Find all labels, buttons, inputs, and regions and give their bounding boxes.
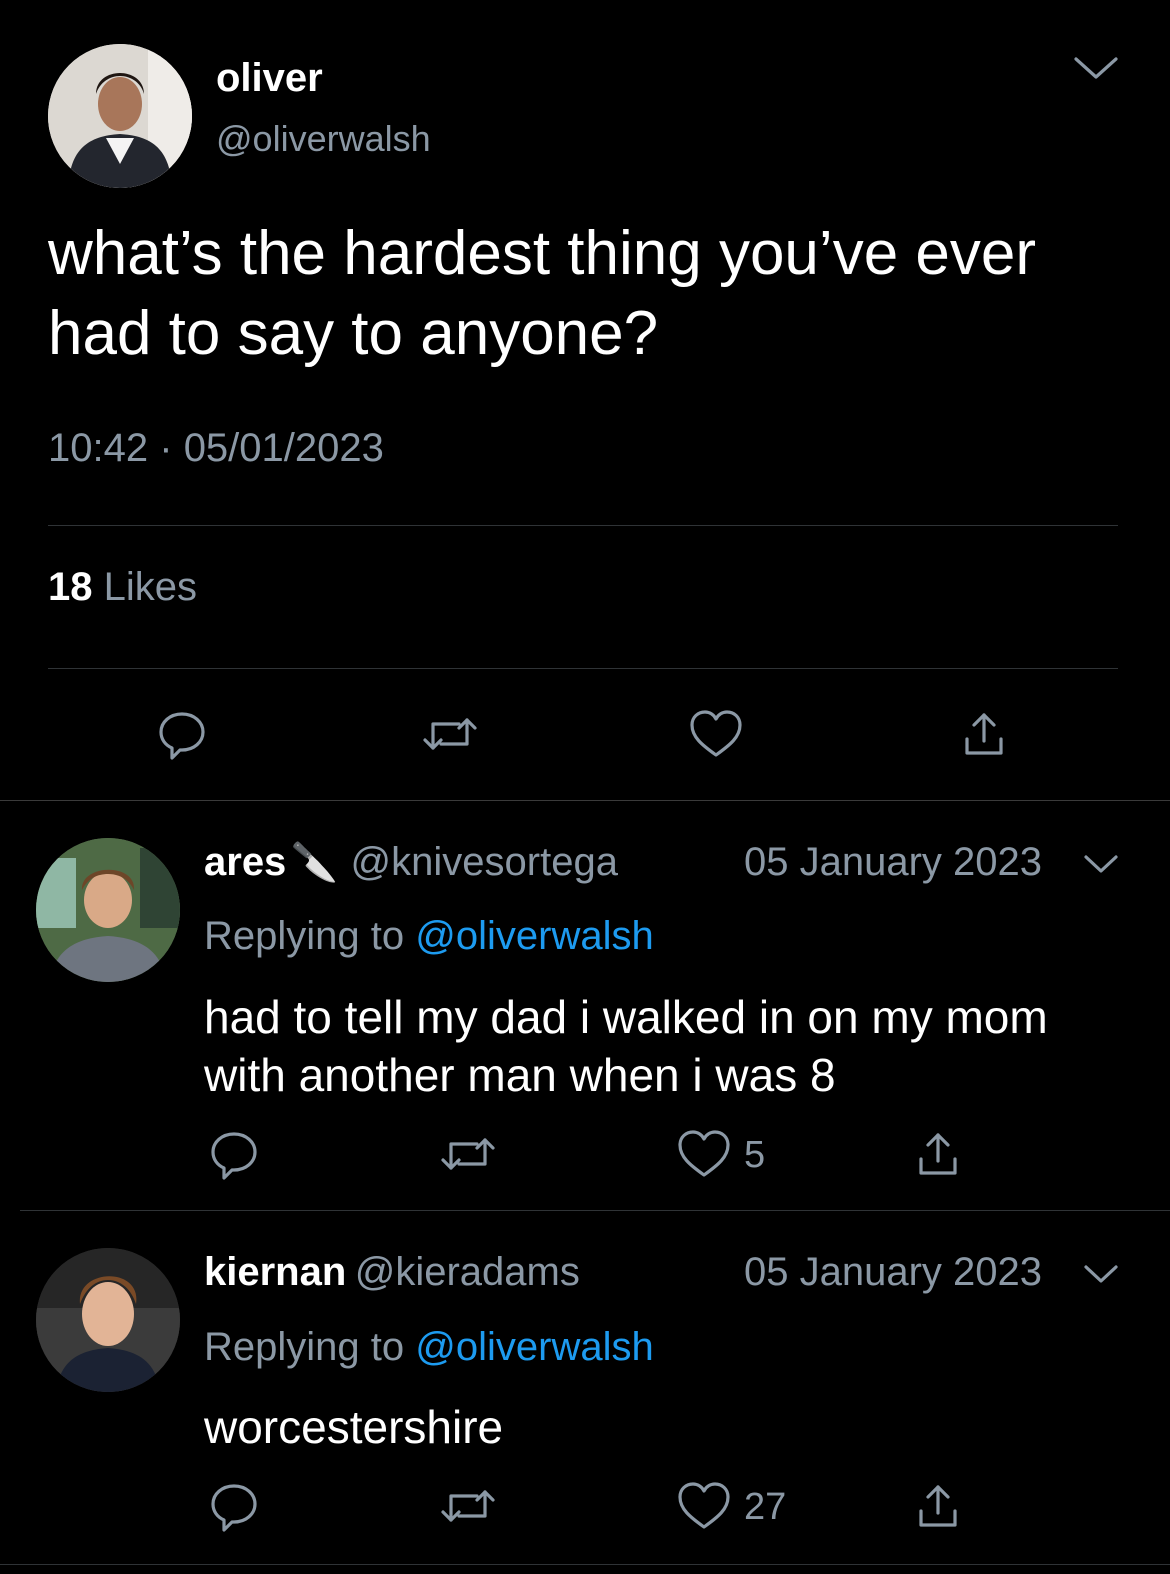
chevron-down-icon[interactable]: [1080, 848, 1122, 880]
divider: [20, 1210, 1170, 1211]
chevron-down-icon[interactable]: [1070, 50, 1122, 86]
share-icon[interactable]: [956, 706, 1012, 762]
reply-header: kiernan @kieradams: [204, 1250, 580, 1295]
replying-prefix: Replying to: [204, 1325, 405, 1369]
reply-header: ares 🔪 @knivesortega: [204, 840, 618, 885]
reply-icon[interactable]: [206, 1478, 262, 1534]
tweet-text: what’s the hardest thing you’ve ever had…: [48, 219, 1037, 368]
heart-icon[interactable]: [674, 1126, 734, 1182]
tweet-date: 05/01/2023: [183, 426, 384, 470]
reply-date[interactable]: 05 January 2023: [744, 1250, 1042, 1295]
replying-mention[interactable]: @oliverwalsh: [415, 914, 653, 958]
reply-text: worcestershire: [204, 1401, 504, 1453]
like-count: 5: [744, 1134, 766, 1176]
replying-to: Replying to @oliverwalsh: [204, 914, 654, 959]
author-display-name[interactable]: oliver: [216, 56, 323, 101]
share-icon[interactable]: [910, 1126, 966, 1182]
reply-handle[interactable]: @kieradams: [355, 1250, 580, 1294]
tweet-time: 10:42: [48, 426, 149, 470]
chevron-down-icon[interactable]: [1080, 1258, 1122, 1290]
likes-label: Likes: [103, 565, 198, 609]
share-icon[interactable]: [910, 1478, 966, 1534]
reply-text: had to tell my dad i walked in on my mom…: [204, 991, 1048, 1101]
likes-stat[interactable]: 18 Likes: [48, 565, 197, 610]
reply-handle[interactable]: @knivesortega: [351, 840, 618, 884]
replying-prefix: Replying to: [204, 914, 405, 958]
avatar-kiernan[interactable]: [36, 1248, 180, 1392]
reply-display-name[interactable]: ares: [204, 840, 286, 884]
meta-separator: ·: [159, 426, 173, 470]
like-count: 27: [744, 1486, 787, 1528]
retweet-icon[interactable]: [438, 1478, 498, 1534]
knife-emoji: 🔪: [290, 842, 339, 884]
thread-divider: [0, 800, 1170, 801]
reply-icon[interactable]: [154, 706, 210, 762]
reply-icon[interactable]: [206, 1126, 262, 1182]
avatar-ares[interactable]: [36, 838, 180, 982]
retweet-icon[interactable]: [438, 1126, 498, 1182]
heart-icon[interactable]: [686, 706, 746, 762]
retweet-icon[interactable]: [420, 706, 480, 762]
divider: [0, 1564, 1170, 1565]
avatar-oliver[interactable]: [48, 44, 192, 188]
tweet-timestamp[interactable]: 10:42 · 05/01/2023: [48, 426, 384, 471]
replying-to: Replying to @oliverwalsh: [204, 1325, 654, 1370]
divider: [48, 668, 1118, 669]
heart-icon[interactable]: [674, 1478, 734, 1534]
divider: [48, 525, 1118, 526]
reply-date[interactable]: 05 January 2023: [744, 840, 1042, 885]
replying-mention[interactable]: @oliverwalsh: [415, 1325, 653, 1369]
author-handle[interactable]: @oliverwalsh: [216, 118, 431, 160]
reply-display-name[interactable]: kiernan: [204, 1250, 346, 1294]
likes-count: 18: [48, 565, 93, 609]
